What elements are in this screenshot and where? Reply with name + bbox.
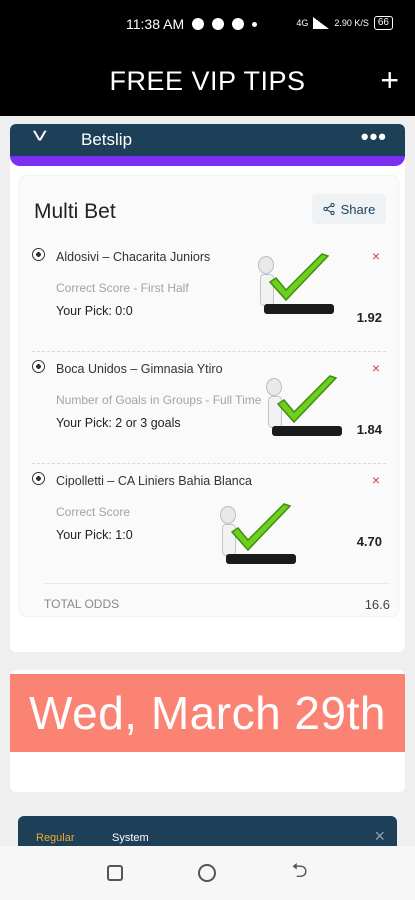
share-label: Share [340,201,376,217]
status-bar: 11:38 AM [126,16,258,32]
betslip-accent-bar [10,156,405,166]
app-title: FREE VIP TIPS [109,66,306,96]
status-time: 11:38 AM [126,16,185,32]
network-type: 4G [296,18,309,28]
network-speed: 2.90 K/S [334,18,369,28]
plus-icon[interactable]: + [380,64,399,96]
remove-icon[interactable]: × [372,248,380,264]
betslip-card: ˅ Betslip ••• Multi Bet Share Aldosivi –… [10,124,405,652]
bet-item: Aldosivi – Chacarita Juniors Correct Sco… [20,240,398,352]
checkmark-sticker-icon [256,252,334,318]
notification-icon [212,18,225,30]
bet-odds: 1.92 [356,310,382,325]
betslip-title: Betslip [81,130,133,149]
tab-system[interactable]: System [112,832,149,844]
bet-market: Correct Score - First Half [56,281,189,295]
share-icon [323,203,335,215]
share-button[interactable]: Share [312,194,386,224]
home-icon[interactable] [198,864,217,882]
more-options-icon[interactable]: ••• [361,124,387,150]
date-card: Wed, March 29th [10,670,405,792]
app-top-bar: 11:38 AM 4G 2.90 K/S 66 FREE VIP TIPS + [0,0,415,116]
soccer-ball-icon [32,248,45,261]
bet-pick: Your Pick: 1:0 [56,528,133,542]
chevron-down-icon[interactable]: ˅ [32,126,48,149]
bet-odds: 4.70 [356,534,382,549]
total-odds-row: TOTAL ODDS 16.6 [44,597,390,612]
multi-bet-title: Multi Bet [34,200,116,223]
betslip-header: ˅ Betslip ••• [10,124,405,156]
remove-icon[interactable]: × [372,360,380,376]
total-odds-value: 16.6 [364,597,390,612]
signal-icon [313,17,330,29]
bet-odds: 1.84 [356,422,382,437]
back-icon[interactable]: ⮌ [291,856,307,890]
bet-market: Number of Goals in Groups - Full Time [56,393,262,407]
total-divider [44,583,390,584]
app-notification-icon [232,18,245,30]
battery-icon: 66 [373,16,393,30]
bet-match: Aldosivi – Chacarita Juniors [56,250,211,264]
bet-match: Boca Unidos – Gimnasia Ytiro [56,362,223,376]
recent-apps-icon[interactable] [107,865,124,881]
bet-market: Correct Score [56,505,131,519]
bet-match: Cipolletti – CA Liniers Bahia Blanca [56,474,252,488]
bet-item: Boca Unidos – Gimnasia Ytiro Number of G… [20,352,398,464]
soccer-ball-icon [32,472,45,485]
bet-pick: Your Pick: 2 or 3 goals [56,416,181,430]
soccer-ball-icon [32,360,45,373]
tab-regular[interactable]: Regular [36,832,75,844]
date-banner: Wed, March 29th [10,674,405,752]
remove-icon[interactable]: × [372,472,380,488]
checkmark-sticker-icon [218,502,296,568]
twitter-icon [192,18,205,30]
status-indicators: 4G 2.90 K/S 66 [296,16,393,30]
total-odds-label: TOTAL ODDS [44,597,120,611]
checkmark-sticker-icon [264,374,342,440]
bet-pick: Your Pick: 0:0 [56,304,133,318]
more-notifications-icon [252,21,258,27]
multi-bet-panel: Multi Bet Share Aldosivi – Chacarita Jun… [20,176,398,616]
system-navigation-bar: ⮌ [0,846,415,900]
bet-item: Cipolletti – CA Liniers Bahia Blanca Cor… [20,464,398,576]
close-icon[interactable]: × [374,826,385,847]
